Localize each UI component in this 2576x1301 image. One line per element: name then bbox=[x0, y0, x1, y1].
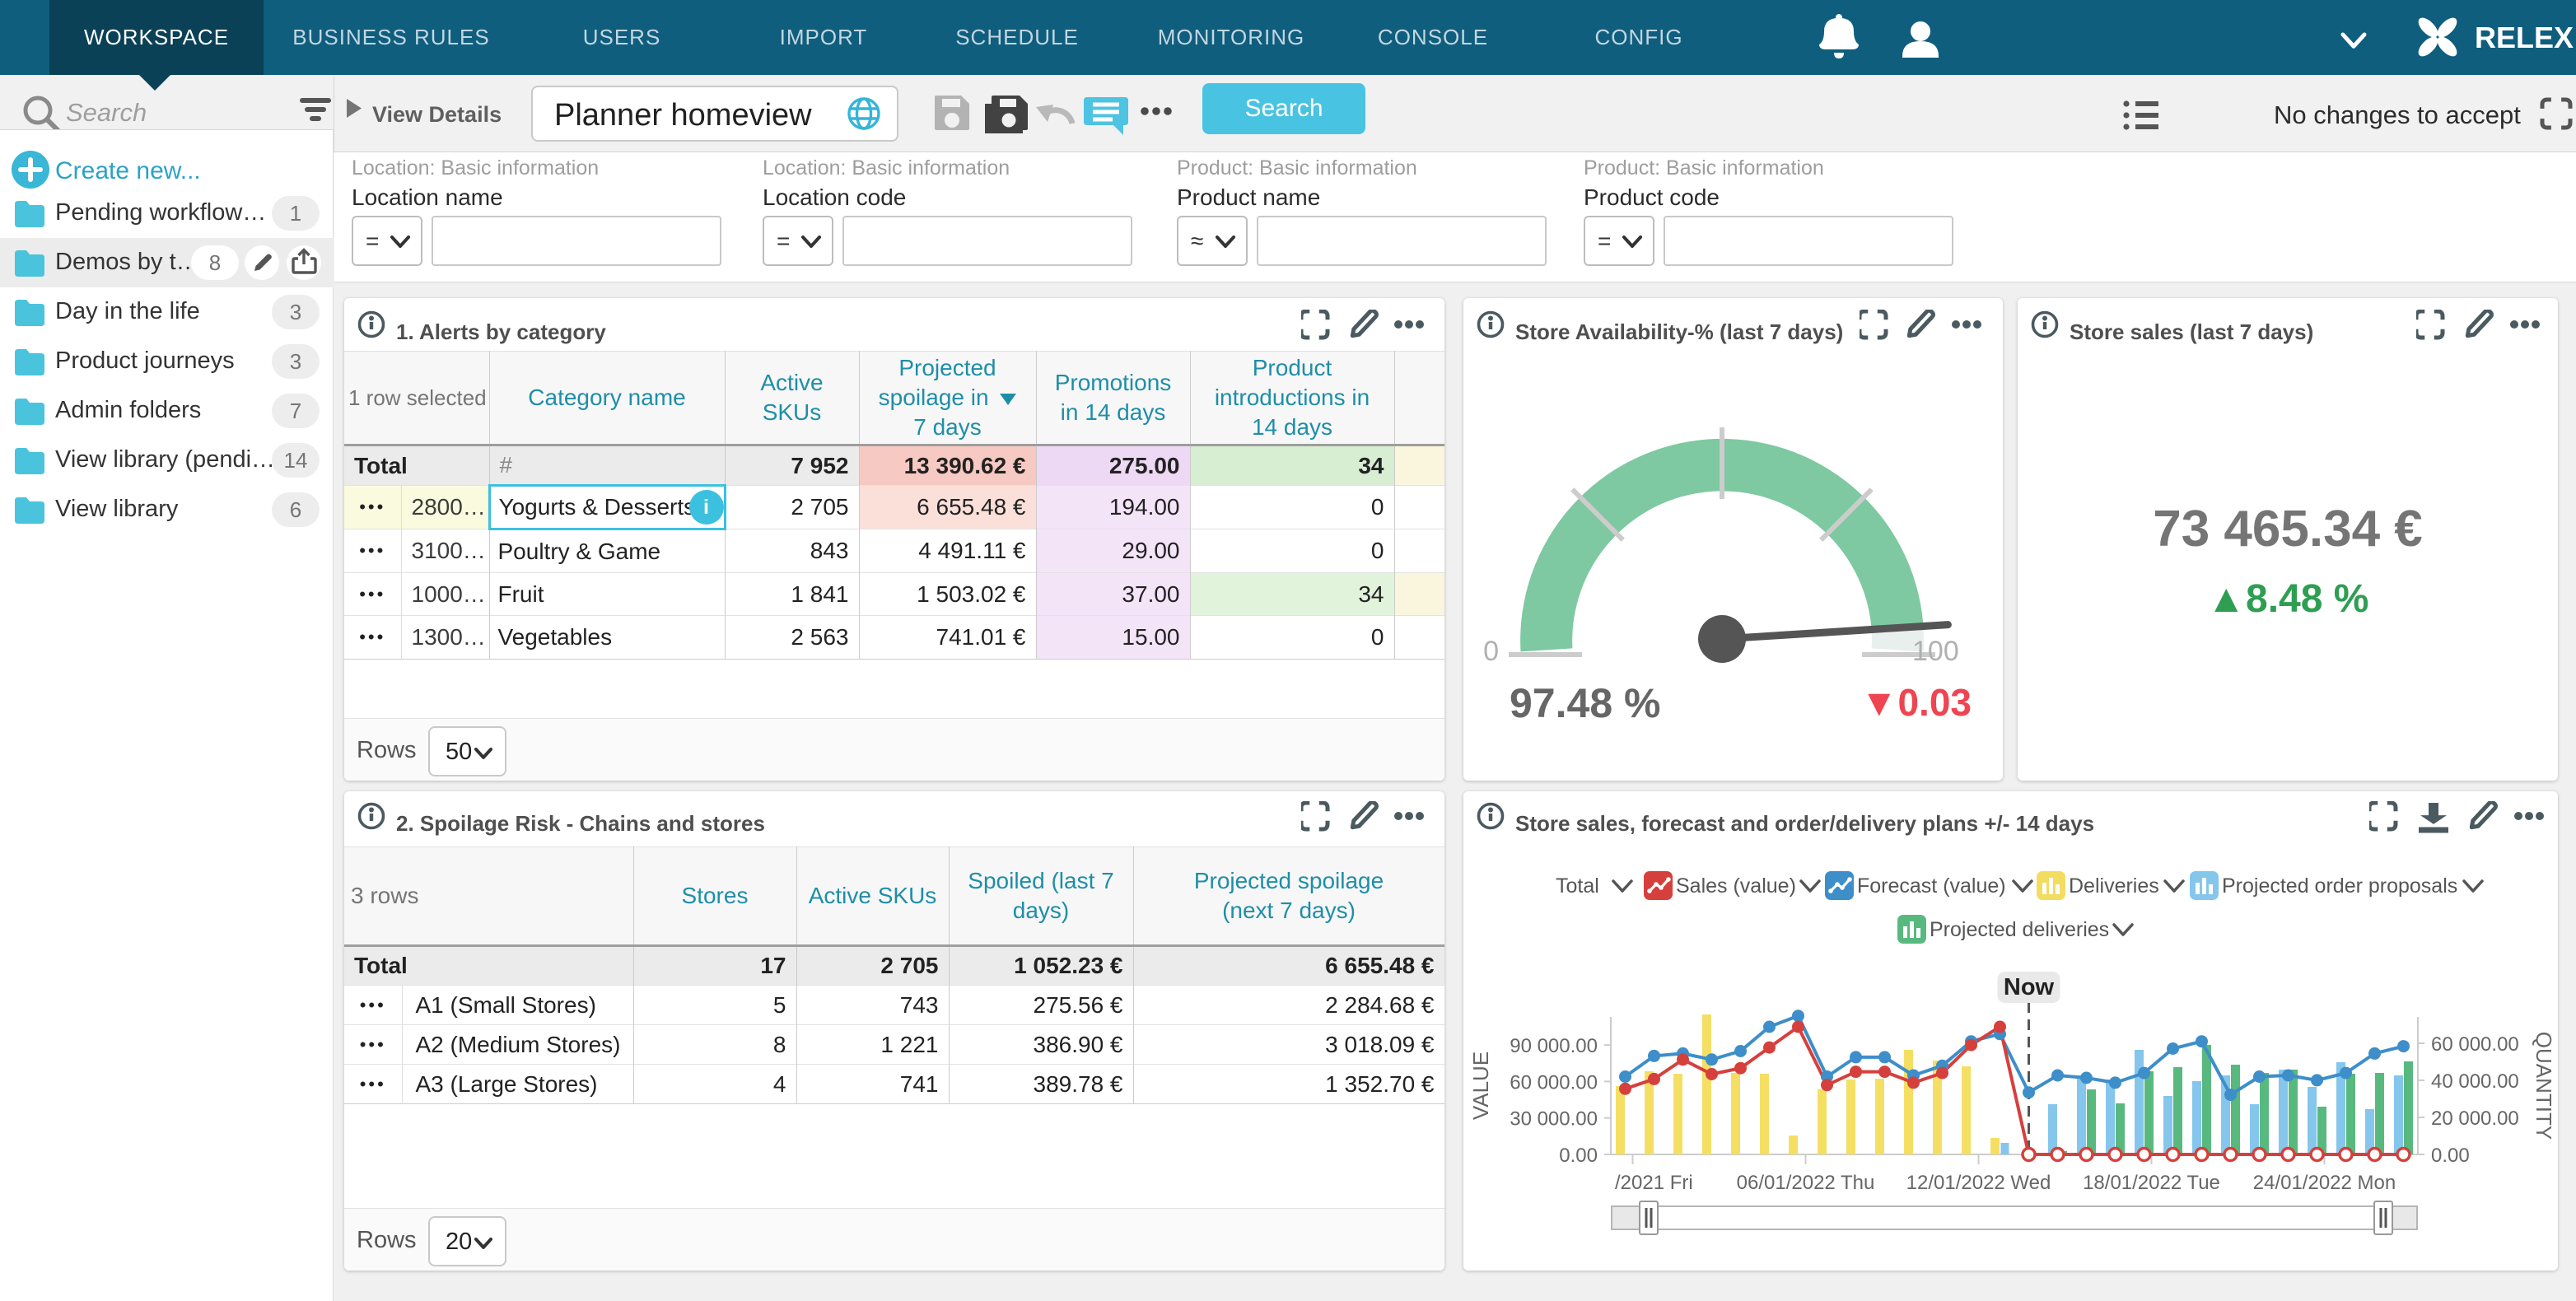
svg-text:20 000.00: 20 000.00 bbox=[2431, 1107, 2519, 1130]
svg-text:30 000.00: 30 000.00 bbox=[1510, 1108, 1598, 1131]
svg-text:90 000.00: 90 000.00 bbox=[1510, 1035, 1598, 1057]
svg-text:▼0.03: ▼0.03 bbox=[1860, 681, 1972, 724]
svg-text:Search: Search bbox=[66, 98, 147, 127]
svg-text:97.48 %: 97.48 % bbox=[1510, 680, 1660, 726]
svg-text:QUANTITY: QUANTITY bbox=[2532, 1032, 2556, 1140]
svg-text:Now: Now bbox=[2004, 974, 2055, 1000]
svg-text:Projected order proposals: Projected order proposals bbox=[2222, 874, 2457, 898]
svg-text:/2021 Fri: /2021 Fri bbox=[1615, 1172, 1693, 1194]
svg-text:12/01/2022 Wed: 12/01/2022 Wed bbox=[1906, 1172, 2051, 1194]
svg-text:Sales (value): Sales (value) bbox=[1676, 874, 1796, 898]
svg-text:06/01/2022 Thu: 06/01/2022 Thu bbox=[1737, 1172, 1875, 1194]
svg-text:24/01/2022 Mon: 24/01/2022 Mon bbox=[2253, 1172, 2396, 1194]
svg-text:18/01/2022 Tue: 18/01/2022 Tue bbox=[2083, 1172, 2220, 1194]
svg-text:0: 0 bbox=[1483, 636, 1499, 667]
svg-text:60 000.00: 60 000.00 bbox=[1510, 1071, 1598, 1093]
svg-text:Total: Total bbox=[1556, 874, 1599, 898]
svg-text:100: 100 bbox=[1912, 636, 1959, 667]
svg-text:VALUE: VALUE bbox=[1468, 1052, 1493, 1120]
svg-text:0.00: 0.00 bbox=[2431, 1145, 2470, 1167]
svg-text:40 000.00: 40 000.00 bbox=[2431, 1070, 2519, 1093]
svg-text:RELEX: RELEX bbox=[2475, 21, 2574, 54]
svg-text:60 000.00: 60 000.00 bbox=[2431, 1033, 2519, 1056]
svg-text:Projected deliveries: Projected deliveries bbox=[1930, 918, 2109, 941]
svg-text:Deliveries: Deliveries bbox=[2069, 874, 2159, 898]
svg-text:Forecast (value): Forecast (value) bbox=[1857, 874, 2006, 898]
svg-text:0.00: 0.00 bbox=[1559, 1145, 1598, 1167]
